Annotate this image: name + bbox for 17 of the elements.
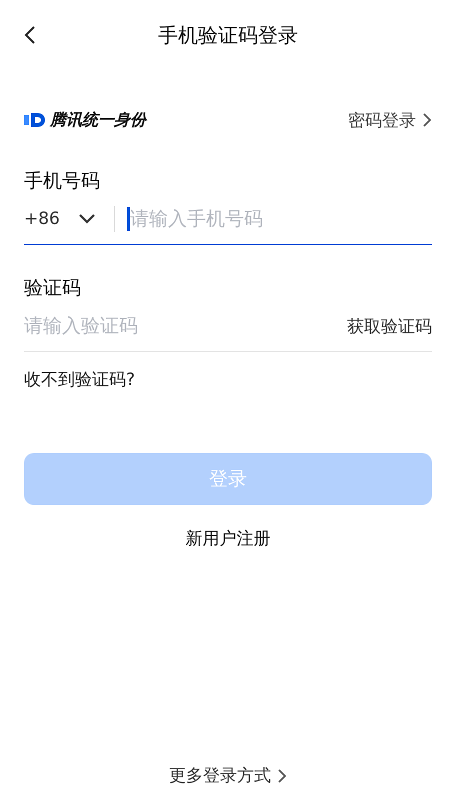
- chevron-right-icon: [422, 112, 432, 128]
- password-login-link[interactable]: 密码登录: [348, 108, 432, 132]
- page-title: 手机验证码登录: [158, 22, 298, 48]
- brand-logo-icon: [24, 112, 46, 128]
- country-code[interactable]: +86: [24, 209, 60, 229]
- field-label: 验证码: [24, 276, 82, 301]
- help-link[interactable]: 收不到验证码?: [24, 368, 136, 391]
- phone-input-field[interactable]: +86 请输入手机号码: [24, 194, 432, 245]
- back-icon[interactable]: [24, 25, 36, 45]
- chevron-right-icon: [277, 768, 287, 784]
- code-input-field[interactable]: 请输入验证码 获取验证码: [24, 301, 432, 352]
- chevron-down-icon[interactable]: [78, 213, 96, 225]
- brand-name: 腾讯统一身份: [50, 110, 146, 130]
- field-label: 手机号码: [24, 169, 101, 194]
- get-code-link[interactable]: 获取验证码: [347, 314, 432, 338]
- register-link[interactable]: 新用户注册: [186, 527, 270, 550]
- more-login-options-link[interactable]: 更多登录方式: [169, 764, 287, 787]
